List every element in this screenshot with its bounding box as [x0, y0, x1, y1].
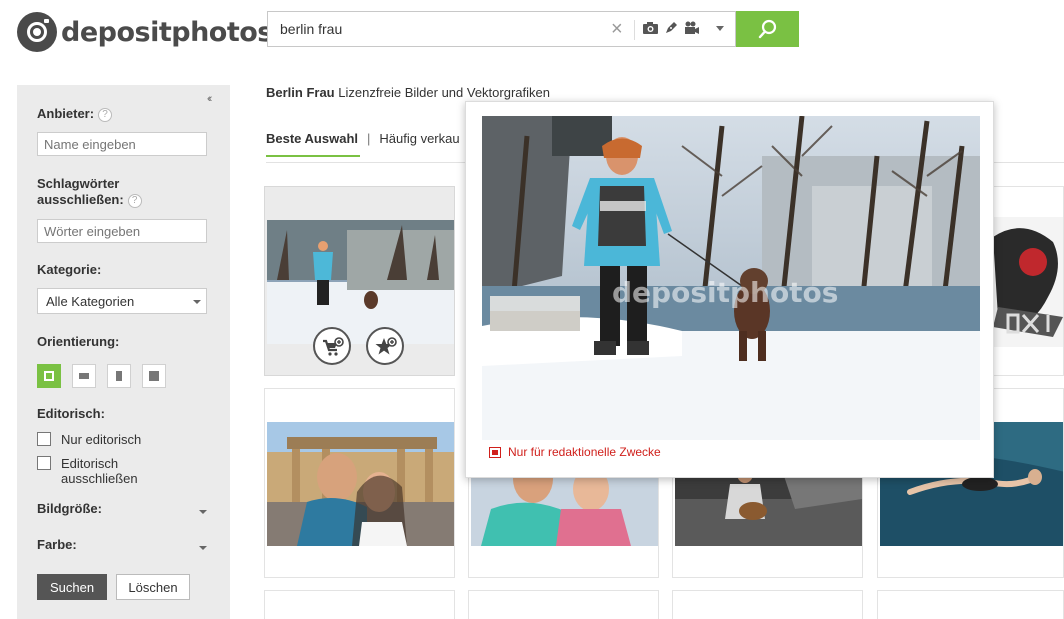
provider-input[interactable] [37, 132, 207, 156]
editorial-only-checkbox[interactable]: Nur editorisch [37, 432, 181, 447]
search-input[interactable] [268, 12, 598, 46]
thumbnail-woman-walking-dog[interactable] [267, 220, 454, 344]
search-icon [758, 19, 777, 39]
sort-tabs: Beste Auswahl | Häufig verkau [266, 131, 460, 157]
logo[interactable]: depositphotos [17, 12, 273, 52]
add-to-cart-button[interactable] [313, 327, 351, 365]
image-preview-popup: depositphotos Nur für redaktionelle Zwec… [465, 101, 994, 478]
editorial-exclude-checkbox[interactable]: Editorisch ausschließen [37, 456, 151, 486]
preview-image[interactable]: depositphotos [482, 116, 980, 440]
provider-label: Anbieter:? [37, 106, 113, 122]
image-tile[interactable] [264, 186, 455, 376]
image-tile[interactable] [877, 590, 1064, 619]
checkbox-icon[interactable] [37, 432, 51, 446]
orientation-square-button[interactable] [142, 364, 166, 388]
orientation-horizontal-button[interactable] [72, 364, 96, 388]
search-button[interactable] [736, 11, 799, 47]
image-tile[interactable] [264, 388, 455, 578]
logo-text: depositphotos [61, 16, 273, 48]
image-tile[interactable] [672, 590, 863, 619]
reset-filters-button[interactable]: Löschen [116, 574, 190, 600]
orientation-label: Orientierung: [37, 334, 120, 349]
orientation-vertical-button[interactable] [107, 364, 131, 388]
category-select[interactable]: Alle Kategorien [37, 288, 207, 314]
chevron-down-icon[interactable] [716, 26, 724, 31]
header: depositphotos × [0, 0, 1064, 66]
thumbnail-berlin-graphic[interactable] [993, 217, 1063, 347]
media-type-selector[interactable] [643, 21, 700, 35]
add-to-favorites-icon [375, 337, 397, 355]
thumbnail-image [267, 220, 454, 344]
thumbnail-image [993, 217, 1063, 347]
editorial-icon [489, 446, 501, 458]
category-label: Kategorie: [37, 262, 102, 277]
thumbnail-image [267, 422, 454, 546]
color-filter[interactable]: Farbe: [37, 537, 77, 553]
help-icon[interactable]: ? [127, 194, 142, 208]
tab-separator: | [367, 131, 371, 146]
camera-icon [643, 22, 658, 34]
camera-logo-icon [17, 12, 57, 52]
chevron-down-icon[interactable] [199, 510, 207, 514]
pen-icon [666, 22, 677, 33]
orientation-all-button[interactable] [37, 364, 61, 388]
video-icon [685, 21, 699, 34]
thumbnail-couple-brandenburg-gate[interactable] [267, 422, 454, 546]
chevron-down-icon [193, 300, 201, 304]
collapse-sidebar-icon[interactable]: ‹‹ [207, 93, 213, 105]
apply-filters-button[interactable]: Suchen [37, 574, 107, 600]
add-to-favorites-button[interactable] [366, 327, 404, 365]
image-tile[interactable] [264, 590, 455, 619]
editorial-use-badge: Nur für redaktionelle Zwecke [489, 445, 661, 459]
orientation-options [37, 364, 166, 388]
checkbox-icon[interactable] [37, 456, 51, 470]
editorial-label: Editorisch: [37, 406, 105, 421]
tab-frequently-sold[interactable]: Häufig verkau [379, 131, 459, 146]
clear-search-icon[interactable]: × [611, 19, 623, 39]
image-tile[interactable] [468, 590, 659, 619]
watermark: depositphotos [612, 276, 839, 309]
add-to-cart-icon [323, 337, 344, 356]
chevron-down-icon[interactable] [199, 546, 207, 550]
help-icon[interactable]: ? [98, 108, 113, 122]
image-size-filter[interactable]: Bildgröße: [37, 501, 102, 517]
page-title: Berlin Frau Lizenzfreie Bilder und Vekto… [266, 85, 550, 100]
category-select-value: Alle Kategorien [46, 294, 135, 309]
exclude-keywords-label: Schlagwörter ausschließen:? [37, 176, 157, 208]
search-divider [634, 20, 635, 40]
exclude-keywords-input[interactable] [37, 219, 207, 243]
tab-best-selection[interactable]: Beste Auswahl [266, 131, 360, 157]
search-box: × [267, 11, 736, 47]
filter-sidebar: ‹‹ Anbieter:? Schlagwörter ausschließen:… [17, 85, 230, 619]
